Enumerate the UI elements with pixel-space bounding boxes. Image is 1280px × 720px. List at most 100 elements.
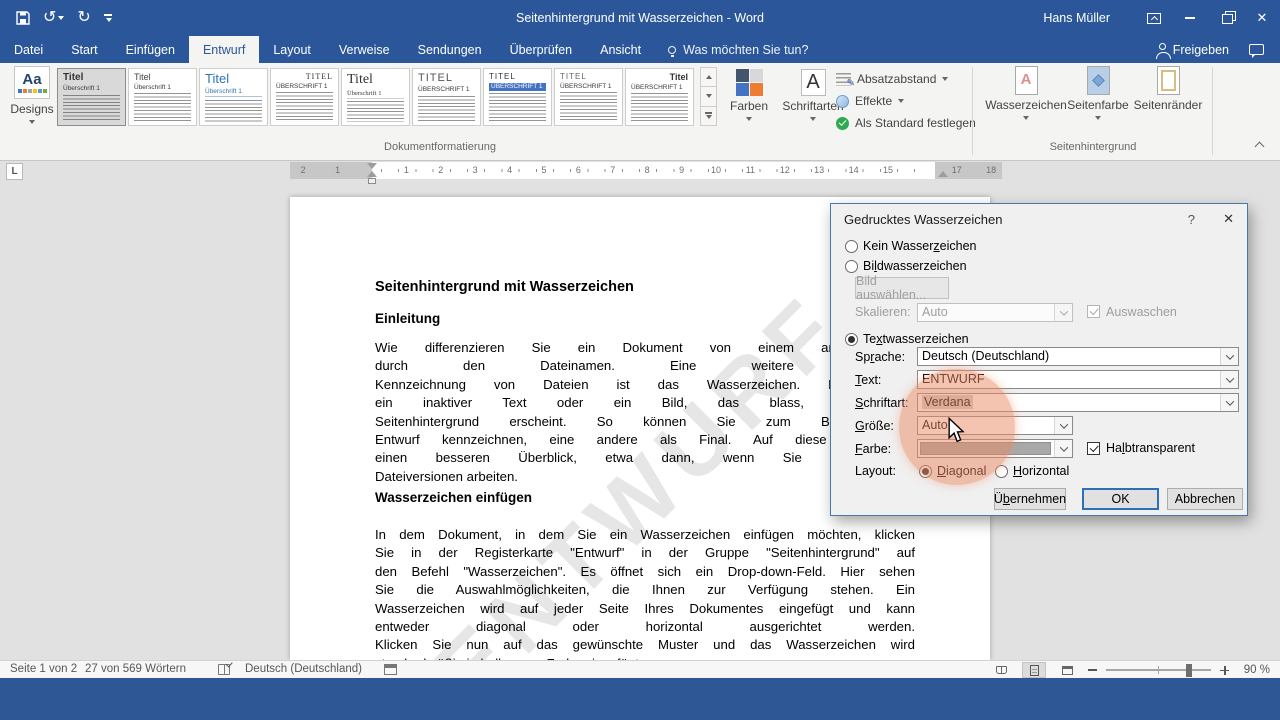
dialog-close-button[interactable]: ✕	[1223, 211, 1234, 227]
tab-überprüfen[interactable]: Überprüfen	[496, 36, 587, 63]
page-indicator[interactable]: Seite 1 von 2	[10, 663, 77, 675]
read-mode-button[interactable]	[989, 662, 1013, 678]
ruler-number: 15	[883, 165, 893, 176]
als-standard-button[interactable]: Als Standard festlegen	[836, 116, 976, 130]
seitenfarbe-button[interactable]: Seitenfarbe	[1067, 66, 1129, 120]
zoom-out-button[interactable]	[1088, 669, 1097, 671]
style-set-thumbnail[interactable]: TitelÜberschrift 1	[341, 68, 410, 126]
style-set-thumbnail[interactable]: TITELÜBERSCHRIFT 1	[483, 68, 552, 126]
auswaschen-checkbox[interactable]	[1087, 305, 1100, 318]
save-button[interactable]	[16, 11, 30, 25]
tab-start[interactable]: Start	[57, 36, 111, 63]
share-label: Freigeben	[1173, 43, 1229, 57]
comment-icon[interactable]	[1249, 44, 1264, 55]
left-indent-marker[interactable]	[368, 178, 376, 184]
gallery-down-button[interactable]	[700, 86, 717, 106]
schriftart-combobox[interactable]: Verdana	[917, 393, 1239, 412]
close-button[interactable]: ✕	[1244, 3, 1280, 33]
tell-me-box[interactable]: Was möchten Sie tun?	[668, 36, 808, 63]
restore-button[interactable]	[1208, 3, 1244, 33]
first-line-indent-marker[interactable]	[367, 163, 377, 169]
farben-button[interactable]: Farben	[724, 66, 774, 121]
tab-layout[interactable]: Layout	[259, 36, 325, 63]
print-layout-button[interactable]	[1022, 662, 1046, 678]
horizontal-ruler[interactable]: 211234567891011121314151718	[290, 162, 1002, 179]
radio-textwasserzeichen[interactable]	[845, 333, 858, 346]
zoom-slider[interactable]	[1106, 669, 1211, 671]
macro-record-icon[interactable]	[384, 664, 397, 675]
right-indent-marker[interactable]	[938, 171, 948, 177]
schriftart-dropdown-icon	[1220, 394, 1238, 411]
effekte-button[interactable]: Effekte	[836, 94, 976, 108]
style-set-thumbnail[interactable]: TITELÜBERSCHRIFT 1	[412, 68, 481, 126]
farben-label: Farben	[730, 99, 768, 113]
web-layout-button[interactable]	[1055, 662, 1079, 678]
radio-diagonal[interactable]	[919, 465, 932, 478]
style-set-heading: ÜBERSCHRIFT 1	[560, 83, 617, 90]
ok-button[interactable]: OK	[1082, 488, 1159, 510]
minimize-button[interactable]	[1172, 3, 1208, 33]
undo-dropdown-icon	[58, 16, 64, 20]
gallery-up-button[interactable]	[700, 67, 717, 87]
tab-einfügen[interactable]: Einfügen	[112, 36, 189, 63]
uebernehmen-button[interactable]: Übernehmen	[994, 488, 1066, 510]
style-set-thumbnail[interactable]: TitelÜBERSCHRIFT 1	[625, 68, 694, 126]
language-indicator[interactable]: Deutsch (Deutschland)	[245, 663, 362, 675]
style-set-thumbnail[interactable]: TITELÜBERSCHRIFT 1	[554, 68, 623, 126]
radio-diagonal-label[interactable]: Diagonal	[937, 464, 986, 478]
radio-horizontal-label[interactable]: Horizontal	[1013, 464, 1069, 478]
word-count[interactable]: 27 von 569 Wörtern	[85, 663, 186, 675]
radio-bildwasserzeichen-label[interactable]: Bildwasserzeichen	[863, 259, 967, 273]
dialog-help-button[interactable]: ?	[1188, 212, 1195, 227]
proofing-status-icon[interactable]	[218, 664, 230, 675]
bild-auswaehlen-button[interactable]: Bild auswählen...	[855, 277, 949, 299]
style-set-title: TITEL	[276, 72, 333, 81]
zoom-in-button[interactable]	[1220, 666, 1229, 675]
style-set-body-preview	[276, 92, 333, 122]
tab-stop-selector[interactable]: L	[6, 163, 23, 180]
text-combobox[interactable]: ENTWURF	[917, 370, 1239, 389]
share-button[interactable]: Freigeben	[1159, 43, 1229, 57]
radio-horizontal[interactable]	[995, 465, 1008, 478]
tell-me-label: Was möchten Sie tun?	[683, 43, 808, 57]
document-text-line: In dem Dokument, in dem Sie ein Wasserze…	[375, 526, 915, 544]
style-set-heading: Überschrift 1	[134, 84, 191, 91]
style-set-thumbnail[interactable]: TitelÜberschrift 1	[199, 68, 268, 126]
farben-swatch	[736, 69, 749, 82]
abbrechen-button[interactable]: Abbrechen	[1167, 488, 1243, 510]
gallery-more-button[interactable]	[700, 106, 717, 126]
tab-sendungen[interactable]: Sendungen	[404, 36, 496, 63]
hanging-indent-marker[interactable]	[367, 171, 377, 177]
tab-ansicht[interactable]: Ansicht	[586, 36, 655, 63]
farbe-combobox[interactable]	[917, 439, 1073, 458]
customize-qat-button[interactable]	[104, 14, 112, 22]
ribbon-display-options-button[interactable]	[1136, 3, 1172, 33]
radio-textwasserzeichen-label[interactable]: Textwasserzeichen	[863, 332, 969, 346]
seitenraender-button[interactable]: Seitenränder	[1131, 66, 1205, 112]
sprache-dropdown-icon	[1220, 348, 1238, 365]
skalieren-combobox[interactable]: Auto	[917, 303, 1073, 322]
style-set-thumbnail[interactable]: TITELÜBERSCHRIFT 1	[270, 68, 339, 126]
zoom-level[interactable]: 90 %	[1238, 664, 1270, 676]
tab-entwurf[interactable]: Entwurf	[189, 36, 259, 63]
undo-button[interactable]: ↺	[43, 10, 64, 26]
style-set-thumbnail[interactable]: TitelÜberschrift 1	[57, 68, 126, 126]
absatzabstand-button[interactable]: ✎ Absatzabstand	[836, 72, 976, 86]
radio-kein-wasserzeichen[interactable]	[845, 240, 858, 253]
style-set-thumbnail[interactable]: TitelÜberschrift 1	[128, 68, 197, 126]
collapse-ribbon-button[interactable]	[1255, 141, 1264, 150]
sprache-combobox[interactable]: Deutsch (Deutschland)	[917, 347, 1239, 366]
zoom-slider-thumb[interactable]	[1186, 664, 1192, 677]
halbtransparent-checkbox[interactable]	[1087, 442, 1100, 455]
radio-bildwasserzeichen[interactable]	[845, 260, 858, 273]
halbtransparent-label[interactable]: Halbtransparent	[1106, 441, 1195, 455]
wasserzeichen-button[interactable]: A Wasserzeichen	[987, 66, 1065, 120]
account-name[interactable]: Hans Müller	[1043, 11, 1110, 25]
auswaschen-label[interactable]: Auswaschen	[1106, 305, 1177, 319]
designs-button[interactable]: Aa Designs	[6, 66, 58, 124]
radio-kein-wasserzeichen-label[interactable]: Kein Wasserzeichen	[863, 239, 977, 253]
groesse-combobox[interactable]: Auto	[917, 416, 1073, 435]
tab-datei[interactable]: Datei	[0, 36, 57, 63]
redo-button[interactable]: ↻	[77, 10, 90, 26]
tab-verweise[interactable]: Verweise	[325, 36, 404, 63]
